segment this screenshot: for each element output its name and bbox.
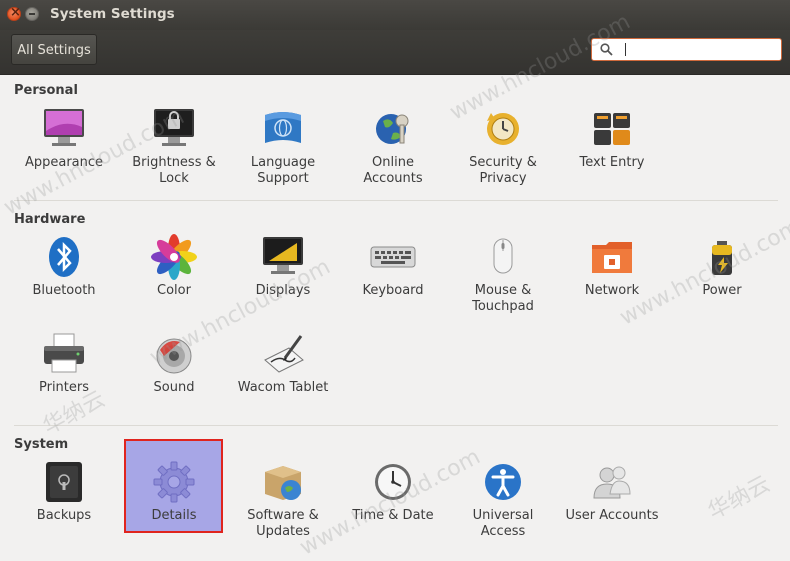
power-icon bbox=[698, 233, 746, 281]
item-displays[interactable]: Displays bbox=[231, 233, 335, 299]
section-title-hardware: Hardware bbox=[14, 212, 86, 227]
item-online-accounts[interactable]: Online Accounts bbox=[341, 105, 445, 187]
item-details[interactable]: Details bbox=[122, 458, 226, 524]
printers-icon bbox=[40, 330, 88, 378]
item-label: Sound bbox=[153, 380, 195, 395]
item-label: Keyboard bbox=[362, 283, 424, 298]
wacom-tablet-icon bbox=[259, 330, 307, 378]
item-label: Security & Privacy bbox=[469, 155, 537, 186]
item-label: Language Support bbox=[250, 155, 316, 186]
item-label: Online Accounts bbox=[363, 155, 423, 186]
universal-access-icon bbox=[479, 458, 527, 506]
item-network[interactable]: Network bbox=[560, 233, 664, 299]
item-label: Mouse & Touchpad bbox=[472, 283, 534, 314]
brightness-lock-icon bbox=[150, 105, 198, 153]
item-power[interactable]: Power bbox=[670, 233, 774, 299]
item-printers[interactable]: Printers bbox=[12, 330, 116, 396]
search-icon bbox=[600, 43, 613, 56]
item-label: Power bbox=[702, 283, 742, 298]
text-cursor bbox=[625, 43, 626, 56]
section-title-personal: Personal bbox=[14, 83, 78, 98]
online-accounts-icon bbox=[369, 105, 417, 153]
bluetooth-icon bbox=[40, 233, 88, 281]
item-label: User Accounts bbox=[565, 508, 659, 523]
item-software-updates[interactable]: Software & Updates bbox=[231, 458, 335, 540]
window-title: System Settings bbox=[50, 6, 175, 22]
item-label: Network bbox=[584, 283, 640, 298]
item-language-support[interactable]: Language Support bbox=[231, 105, 335, 187]
color-icon bbox=[150, 233, 198, 281]
close-window-button[interactable] bbox=[7, 5, 21, 21]
sound-icon bbox=[150, 330, 198, 378]
item-sound[interactable]: Sound bbox=[122, 330, 226, 396]
minimize-window-button[interactable] bbox=[25, 7, 39, 21]
network-icon bbox=[588, 233, 636, 281]
item-label: Printers bbox=[38, 380, 90, 395]
keyboard-icon bbox=[369, 233, 417, 281]
mouse-touchpad-icon bbox=[479, 233, 527, 281]
item-wacom-tablet[interactable]: Wacom Tablet bbox=[231, 330, 335, 396]
item-label: Universal Access bbox=[472, 508, 534, 539]
details-icon bbox=[150, 458, 198, 506]
item-label: Software & Updates bbox=[247, 508, 319, 539]
item-keyboard[interactable]: Keyboard bbox=[341, 233, 445, 299]
toolbar: All Settings bbox=[0, 30, 790, 75]
item-color[interactable]: Color bbox=[122, 233, 226, 299]
item-mouse-touchpad[interactable]: Mouse & Touchpad bbox=[451, 233, 555, 315]
item-time-date[interactable]: Time & Date bbox=[341, 458, 445, 524]
item-label: Text Entry bbox=[579, 155, 645, 170]
text-entry-icon bbox=[588, 105, 636, 153]
item-bluetooth[interactable]: Bluetooth bbox=[12, 233, 116, 299]
user-accounts-icon bbox=[588, 458, 636, 506]
item-security-privacy[interactable]: Security & Privacy bbox=[451, 105, 555, 187]
displays-icon bbox=[259, 233, 307, 281]
item-text-entry[interactable]: Text Entry bbox=[560, 105, 664, 171]
item-label: Details bbox=[151, 508, 197, 523]
section-divider bbox=[14, 200, 778, 201]
item-label: Brightness & Lock bbox=[132, 155, 216, 186]
item-backups[interactable]: Backups bbox=[12, 458, 116, 524]
item-label: Displays bbox=[255, 283, 311, 298]
security-privacy-icon bbox=[479, 105, 527, 153]
search-input[interactable] bbox=[591, 38, 782, 61]
item-label: Wacom Tablet bbox=[237, 380, 329, 395]
item-user-accounts[interactable]: User Accounts bbox=[560, 458, 664, 524]
item-label: Bluetooth bbox=[32, 283, 96, 298]
item-label: Time & Date bbox=[352, 508, 434, 523]
section-divider bbox=[14, 425, 778, 426]
section-title-system: System bbox=[14, 437, 69, 452]
time-date-icon bbox=[369, 458, 417, 506]
item-label: Backups bbox=[36, 508, 92, 523]
item-label: Color bbox=[157, 283, 191, 298]
item-universal-access[interactable]: Universal Access bbox=[451, 458, 555, 540]
language-support-icon bbox=[259, 105, 307, 153]
appearance-icon bbox=[40, 105, 88, 153]
software-updates-icon bbox=[259, 458, 307, 506]
backups-icon bbox=[40, 458, 88, 506]
item-label: Appearance bbox=[24, 155, 104, 170]
item-brightness-lock[interactable]: Brightness & Lock bbox=[122, 105, 226, 187]
title-bar: System Settings bbox=[0, 0, 790, 30]
settings-content: Personal Appearance Brightness & Lock La… bbox=[0, 75, 790, 550]
item-appearance[interactable]: Appearance bbox=[12, 105, 116, 171]
all-settings-button[interactable]: All Settings bbox=[11, 34, 97, 65]
